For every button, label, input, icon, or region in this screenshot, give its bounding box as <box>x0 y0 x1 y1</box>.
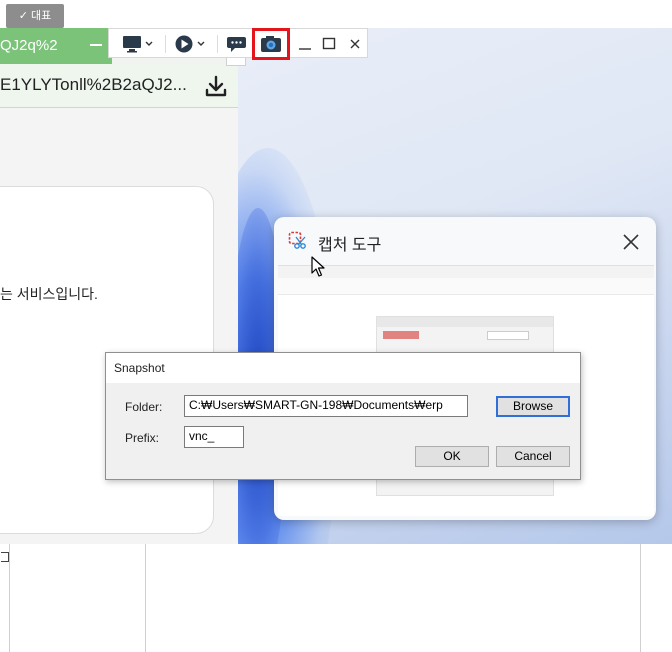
browser-tab-title: QJ2q%2 <box>0 37 58 54</box>
prefix-label: Prefix: <box>125 431 160 445</box>
play-icon[interactable] <box>173 33 209 55</box>
monitor-icon[interactable] <box>121 33 157 55</box>
service-description-text: 는 서비스입니다. <box>0 286 98 302</box>
folder-field[interactable]: C:₩Users₩SMART-GN-198₩Documents₩erp <box>184 395 468 417</box>
badge-label: 대표 <box>31 10 52 22</box>
preview-field <box>487 331 529 340</box>
snapshot-dialog: Snapshot Folder: C:₩Users₩SMART-GN-198₩D… <box>105 352 581 480</box>
ok-button[interactable]: OK <box>415 446 489 467</box>
representative-badge[interactable]: ✓ 대표 <box>6 4 64 28</box>
snapshot-title: Snapshot <box>114 361 165 375</box>
mouse-cursor-icon <box>311 256 325 277</box>
toolbar-divider <box>165 35 166 53</box>
capture-tool-title: 캡처 도구 <box>318 237 382 254</box>
tab-minimize-icon[interactable] <box>90 44 102 46</box>
chat-icon[interactable] <box>225 33 249 55</box>
check-icon: ✓ <box>18 10 32 22</box>
preview-window-header <box>377 317 553 327</box>
folder-label: Folder: <box>125 400 163 414</box>
preview-logo <box>383 331 419 339</box>
close-icon[interactable] <box>347 33 363 55</box>
cancel-button[interactable]: Cancel <box>496 446 570 467</box>
snipping-tool-icon <box>288 231 306 249</box>
browser-tab[interactable]: QJ2q%2 <box>0 28 112 64</box>
maximize-icon[interactable] <box>321 33 337 55</box>
snapshot-highlight-box <box>252 28 290 60</box>
bracket-icon <box>1 552 9 562</box>
preview-toolbar <box>278 278 654 295</box>
bottom-document-area <box>145 544 641 652</box>
close-icon[interactable] <box>622 233 640 251</box>
remote-control-toolbar <box>108 28 368 60</box>
toolbar-divider <box>217 35 218 53</box>
address-text: E1YLYTonll%2B2aQJ2... <box>0 75 187 94</box>
address-bar[interactable]: E1YLYTonll%2B2aQJ2... <box>0 64 239 108</box>
toolbar-collapse-handle[interactable] <box>226 58 246 66</box>
browse-button[interactable]: Browse <box>496 396 570 417</box>
download-icon[interactable] <box>200 72 232 100</box>
snapshot-titlebar: Snapshot <box>106 353 580 383</box>
prefix-field[interactable]: vnc_ <box>184 426 244 448</box>
minimize-icon[interactable] <box>297 33 313 55</box>
